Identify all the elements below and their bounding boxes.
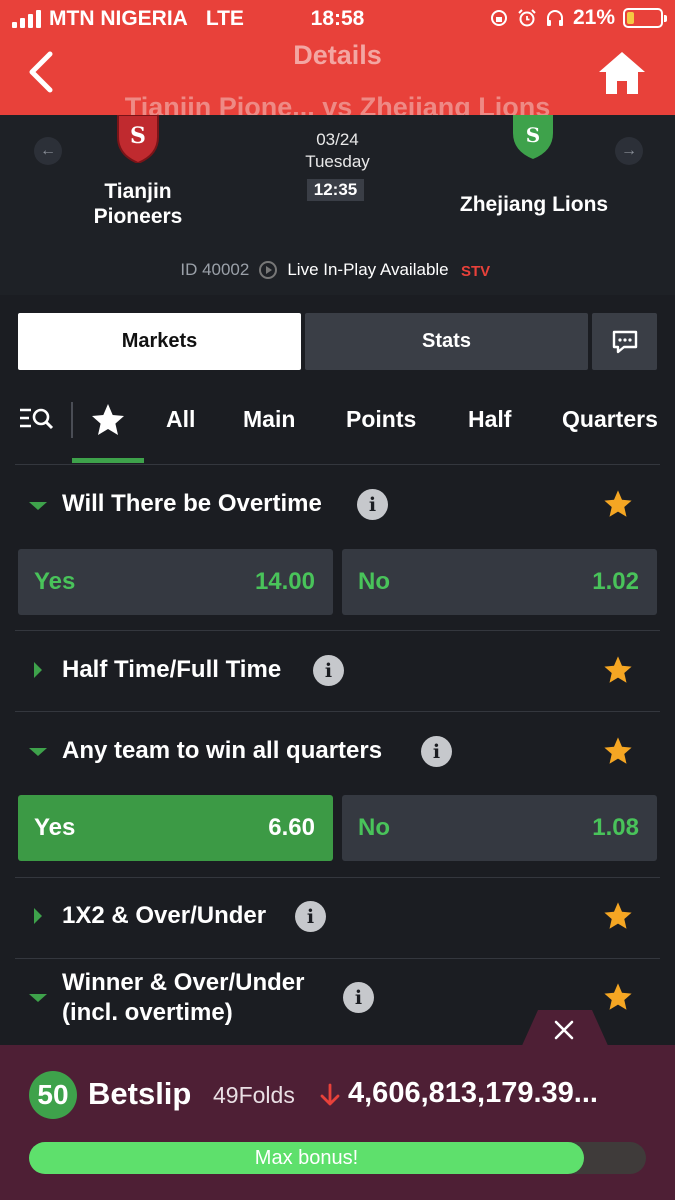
info-icon[interactable]: i bbox=[343, 982, 374, 1013]
svg-text:STV: STV bbox=[461, 263, 490, 280]
home-team-line2: Pioneers bbox=[93, 205, 183, 228]
odds-label: Yes bbox=[34, 814, 76, 841]
odds-button-no[interactable]: No 1.02 bbox=[342, 549, 657, 615]
filter-half[interactable]: Half bbox=[468, 406, 511, 433]
alarm-icon bbox=[518, 9, 536, 27]
info-icon[interactable]: i bbox=[421, 736, 452, 767]
match-id: ID 40002 bbox=[180, 260, 250, 279]
odds-button-no[interactable]: No 1.08 bbox=[342, 795, 657, 861]
filter-quarters[interactable]: Quarters bbox=[562, 406, 658, 433]
match-time: 12:35 bbox=[307, 179, 364, 201]
favourite-star-icon[interactable] bbox=[601, 653, 635, 687]
betslip-count-badge: 50 bbox=[29, 1071, 77, 1119]
market-title: Half Time/Full Time bbox=[62, 656, 282, 683]
live-availability: Live In-Play Available bbox=[287, 260, 449, 279]
back-icon[interactable] bbox=[24, 50, 58, 94]
chat-icon bbox=[612, 330, 637, 353]
filter-main[interactable]: Main bbox=[243, 406, 295, 433]
filter-all[interactable]: All bbox=[166, 406, 195, 433]
play-icon bbox=[259, 261, 278, 279]
bonus-progress-bar: Max bonus! bbox=[29, 1142, 646, 1174]
expand-caret-icon bbox=[34, 908, 42, 924]
info-icon[interactable]: i bbox=[313, 655, 344, 686]
collapse-caret-icon bbox=[29, 502, 47, 510]
favourite-star-icon[interactable] bbox=[601, 487, 635, 521]
match-info-line: ID 40002 Live In-Play Available STV bbox=[0, 258, 675, 282]
filter-points[interactable]: Points bbox=[346, 406, 416, 433]
home-team-name: Tianjin Pioneers bbox=[68, 179, 208, 229]
battery-icon bbox=[623, 8, 667, 28]
odds-value: 1.02 bbox=[592, 568, 639, 595]
tab-stats[interactable]: Stats bbox=[305, 313, 588, 370]
odds-label: Yes bbox=[34, 568, 76, 595]
potential-payout: 4,606,813,179.39... bbox=[348, 1077, 598, 1109]
market-title: Any team to win all quarters bbox=[62, 737, 383, 764]
odds-value: 1.08 bbox=[592, 814, 639, 841]
rotation-lock-icon bbox=[490, 10, 507, 26]
market-title-line1: Winner & Over/Under bbox=[62, 969, 305, 996]
collapse-caret-icon bbox=[29, 748, 47, 756]
market-half-time-full-time[interactable]: Half Time/Full Time i bbox=[0, 631, 675, 711]
betslip-folds: 49Folds bbox=[213, 1082, 295, 1108]
chat-button[interactable] bbox=[592, 313, 657, 370]
market-title: 1X2 & Over/Under bbox=[62, 902, 267, 929]
odds-label: No bbox=[358, 814, 390, 841]
active-filter-underline bbox=[72, 458, 144, 463]
odds-label: No bbox=[358, 568, 390, 595]
home-team-line1: Tianjin bbox=[104, 180, 172, 203]
status-bar: MTN NIGERIA LTE 18:58 21% bbox=[0, 0, 675, 36]
away-team-name: Zhejiang Lions bbox=[459, 193, 609, 216]
odds-button-yes-selected[interactable]: Yes 6.60 bbox=[18, 795, 333, 861]
stv-logo: STV bbox=[461, 263, 490, 280]
headphones-icon bbox=[546, 10, 563, 26]
odds-value: 14.00 bbox=[254, 568, 315, 595]
betslip-title: Betslip bbox=[88, 1076, 192, 1111]
filter-divider bbox=[71, 402, 73, 438]
battery-percent: 21% bbox=[572, 6, 615, 29]
match-date: 03/24 bbox=[316, 130, 359, 149]
market-1x2-over-under[interactable]: 1X2 & Over/Under i bbox=[0, 878, 675, 958]
match-weekday: Tuesday bbox=[305, 152, 370, 171]
favourites-star-icon[interactable] bbox=[88, 402, 128, 438]
favourite-star-icon[interactable] bbox=[601, 899, 635, 933]
page-title: Details bbox=[293, 40, 382, 70]
match-title-ghost: Tianjin Pione... vs Zhejiang Lions bbox=[124, 92, 551, 115]
market-title: Will There be Overtime bbox=[62, 490, 322, 517]
odds-button-yes[interactable]: Yes 14.00 bbox=[18, 549, 333, 615]
betslip-bar[interactable]: 50 Betslip 49Folds 4,606,813,179.39... M… bbox=[0, 1045, 675, 1200]
app-header: MTN NIGERIA LTE 18:58 21% Details Tianji… bbox=[0, 0, 675, 115]
arrow-down-icon bbox=[320, 1083, 340, 1106]
search-markets-icon[interactable] bbox=[18, 406, 54, 432]
expand-caret-icon bbox=[34, 662, 42, 678]
market-will-there-be-overtime[interactable]: Will There be Overtime i Yes 14.00 No 1.… bbox=[0, 465, 675, 630]
odds-value: 6.60 bbox=[268, 814, 315, 841]
match-header: S S ← → Tianjin Pioneers Zhejiang Lions … bbox=[0, 115, 675, 295]
favourite-star-icon[interactable] bbox=[601, 734, 635, 768]
favourite-star-icon[interactable] bbox=[601, 980, 635, 1014]
bonus-label: Max bonus! bbox=[254, 1147, 359, 1169]
collapse-caret-icon bbox=[29, 994, 47, 1002]
market-filter-bar: All Main Points Half Quarters bbox=[0, 378, 675, 464]
info-icon[interactable]: i bbox=[295, 901, 326, 932]
close-icon[interactable] bbox=[550, 1016, 578, 1044]
tab-markets[interactable]: Markets bbox=[18, 313, 301, 370]
info-icon[interactable]: i bbox=[357, 489, 388, 520]
market-title-line2: (incl. overtime) bbox=[62, 999, 233, 1026]
market-any-team-win-all-quarters[interactable]: Any team to win all quarters i Yes 6.60 … bbox=[0, 712, 675, 877]
